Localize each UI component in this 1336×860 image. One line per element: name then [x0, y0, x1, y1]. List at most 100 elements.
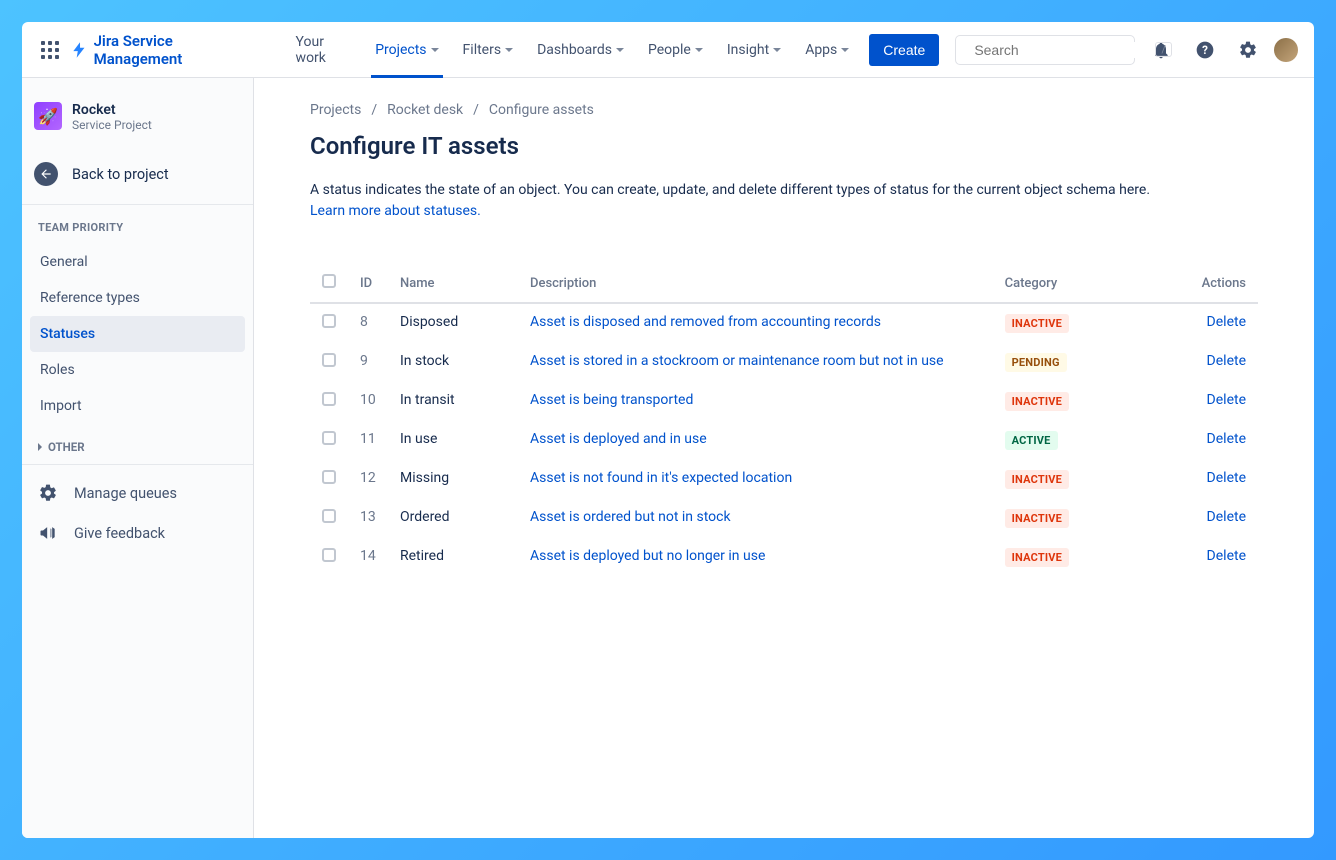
- back-label: Back to project: [72, 166, 169, 183]
- row-checkbox[interactable]: [322, 353, 336, 367]
- chevron-down-icon: [841, 48, 849, 52]
- col-header-description[interactable]: Description: [518, 266, 993, 303]
- row-name: Disposed: [388, 303, 518, 343]
- row-name: Retired: [388, 538, 518, 577]
- nav-apps[interactable]: Apps: [793, 22, 861, 78]
- table-row: 10In transitAsset is being transportedIN…: [310, 382, 1258, 421]
- row-id: 11: [348, 421, 388, 460]
- row-id: 9: [348, 343, 388, 382]
- settings-button[interactable]: [1231, 32, 1267, 68]
- sidebar-item-general[interactable]: General: [30, 244, 245, 280]
- row-name: In use: [388, 421, 518, 460]
- row-id: 12: [348, 460, 388, 499]
- sidebar-item-give-feedback[interactable]: Give feedback: [30, 513, 245, 553]
- search-shortcut: /: [1155, 42, 1172, 57]
- svg-text:?: ?: [1202, 43, 1208, 57]
- table-row: 13OrderedAsset is ordered but not in sto…: [310, 499, 1258, 538]
- row-description[interactable]: Asset is not found in it's expected loca…: [518, 460, 993, 499]
- row-name: In stock: [388, 343, 518, 382]
- sidebar-item-reference-types[interactable]: Reference types: [30, 280, 245, 316]
- delete-button[interactable]: Delete: [1207, 353, 1246, 369]
- product-logo[interactable]: Jira Service Management: [70, 32, 264, 68]
- delete-button[interactable]: Delete: [1207, 470, 1246, 486]
- chevron-down-icon: [616, 48, 624, 52]
- page-title: Configure IT assets: [310, 132, 1258, 160]
- col-header-name[interactable]: Name: [388, 266, 518, 303]
- row-name: In transit: [388, 382, 518, 421]
- nav-people[interactable]: People: [636, 22, 715, 78]
- row-description[interactable]: Asset is stored in a stockroom or mainte…: [518, 343, 993, 382]
- select-all-checkbox[interactable]: [322, 274, 336, 288]
- app-switcher-icon[interactable]: [38, 38, 62, 62]
- sidebar: 🚀 Rocket Service Project Back to project…: [22, 78, 254, 838]
- row-description[interactable]: Asset is disposed and removed from accou…: [518, 303, 993, 343]
- nav-projects[interactable]: Projects: [363, 22, 450, 78]
- breadcrumb-configure-assets[interactable]: Configure assets: [489, 102, 594, 118]
- sidebar-heading-team-priority: TEAM PRIORITY: [30, 213, 245, 244]
- sidebar-section-other[interactable]: OTHER: [30, 424, 245, 464]
- breadcrumb-projects[interactable]: Projects: [310, 102, 361, 118]
- chevron-down-icon: [695, 48, 703, 52]
- row-name: Ordered: [388, 499, 518, 538]
- chevron-down-icon: [773, 48, 781, 52]
- table-row: 9In stockAsset is stored in a stockroom …: [310, 343, 1258, 382]
- table-row: 12MissingAsset is not found in it's expe…: [310, 460, 1258, 499]
- row-id: 8: [348, 303, 388, 343]
- col-header-actions: Actions: [1173, 266, 1258, 303]
- delete-button[interactable]: Delete: [1207, 314, 1246, 330]
- row-description[interactable]: Asset is being transported: [518, 382, 993, 421]
- nav-filters[interactable]: Filters: [451, 22, 526, 78]
- row-checkbox[interactable]: [322, 392, 336, 406]
- help-icon: ?: [1195, 40, 1215, 60]
- learn-more-link[interactable]: Learn more about statuses.: [310, 203, 481, 219]
- sidebar-item-manage-queues[interactable]: Manage queues: [30, 473, 245, 513]
- product-name: Jira Service Management: [94, 32, 264, 68]
- row-name: Missing: [388, 460, 518, 499]
- col-header-category[interactable]: Category: [993, 266, 1173, 303]
- delete-button[interactable]: Delete: [1207, 431, 1246, 447]
- sidebar-item-statuses[interactable]: Statuses: [30, 316, 245, 352]
- search-box[interactable]: /: [955, 35, 1135, 65]
- search-input[interactable]: [974, 42, 1155, 58]
- project-header: 🚀 Rocket Service Project: [30, 102, 245, 150]
- delete-button[interactable]: Delete: [1207, 392, 1246, 408]
- row-description[interactable]: Asset is deployed but no longer in use: [518, 538, 993, 577]
- row-checkbox[interactable]: [322, 314, 336, 328]
- topbar: Jira Service Management Your work Projec…: [22, 22, 1314, 78]
- chevron-down-icon: [505, 48, 513, 52]
- help-button[interactable]: ?: [1187, 32, 1223, 68]
- status-badge: INACTIVE: [1005, 470, 1069, 489]
- row-id: 14: [348, 538, 388, 577]
- nav-insight[interactable]: Insight: [715, 22, 793, 78]
- table-row: 11In useAsset is deployed and in useACTI…: [310, 421, 1258, 460]
- breadcrumb: Projects / Rocket desk / Configure asset…: [310, 102, 1258, 118]
- create-button[interactable]: Create: [869, 34, 939, 66]
- row-checkbox[interactable]: [322, 470, 336, 484]
- project-type: Service Project: [72, 118, 152, 132]
- page-description: A status indicates the state of an objec…: [310, 180, 1258, 222]
- table-row: 8DisposedAsset is disposed and removed f…: [310, 303, 1258, 343]
- table-row: 14RetiredAsset is deployed but no longer…: [310, 538, 1258, 577]
- row-description[interactable]: Asset is deployed and in use: [518, 421, 993, 460]
- breadcrumb-rocket-desk[interactable]: Rocket desk: [387, 102, 463, 118]
- gear-icon: [1238, 40, 1258, 60]
- back-arrow-icon: [34, 162, 58, 186]
- gear-icon: [38, 483, 58, 503]
- sidebar-item-import[interactable]: Import: [30, 388, 245, 424]
- nav-your-work[interactable]: Your work: [284, 22, 364, 78]
- col-header-id[interactable]: ID: [348, 266, 388, 303]
- status-badge: INACTIVE: [1005, 509, 1069, 528]
- row-checkbox[interactable]: [322, 509, 336, 523]
- chevron-right-icon: [38, 443, 42, 451]
- row-description[interactable]: Asset is ordered but not in stock: [518, 499, 993, 538]
- sidebar-item-roles[interactable]: Roles: [30, 352, 245, 388]
- row-checkbox[interactable]: [322, 431, 336, 445]
- row-id: 10: [348, 382, 388, 421]
- row-checkbox[interactable]: [322, 548, 336, 562]
- nav-dashboards[interactable]: Dashboards: [525, 22, 636, 78]
- delete-button[interactable]: Delete: [1207, 509, 1246, 525]
- back-to-project[interactable]: Back to project: [30, 150, 245, 204]
- main-content: Projects / Rocket desk / Configure asset…: [254, 78, 1314, 838]
- delete-button[interactable]: Delete: [1207, 548, 1246, 564]
- avatar[interactable]: [1274, 38, 1298, 62]
